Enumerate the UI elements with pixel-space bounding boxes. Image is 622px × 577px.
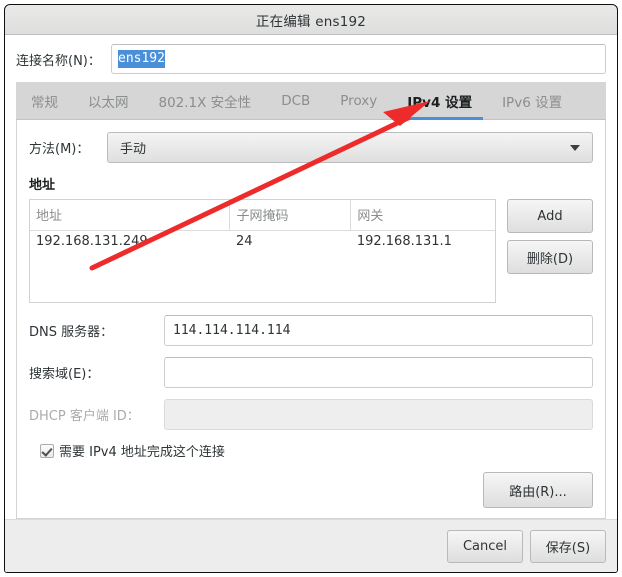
method-dropdown[interactable]: 手动 (107, 132, 593, 163)
tab-ipv4-settings[interactable]: IPv4 设置 (392, 82, 487, 120)
require-ipv4-checkbox-row[interactable]: 需要 IPv4 地址完成这个连接 (40, 441, 593, 460)
cell-address[interactable]: 192.168.131.249 (30, 231, 230, 261)
addresses-table[interactable]: 地址 子网掩码 网关 192.168.131.249 24 192.168.13… (29, 199, 496, 303)
require-ipv4-label: 需要 IPv4 地址完成这个连接 (59, 445, 225, 460)
tab-proxy-label: Proxy (340, 92, 378, 109)
connection-name-label: 连接名称(N)： (16, 53, 101, 69)
tab-proxy[interactable]: Proxy (325, 82, 392, 119)
window-title: 正在编辑 ens192 (255, 13, 367, 30)
table-header-row: 地址 子网掩码 网关 (30, 200, 495, 231)
dialog-body: 连接名称(N)： ens192 常规 以太网 802.1X 安全性 DCB Pr… (5, 35, 617, 519)
save-button[interactable]: 保存(S) (530, 529, 606, 563)
method-label: 方法(M)： (29, 142, 90, 157)
connection-name-row: 连接名称(N)： ens192 (5, 35, 617, 82)
tab-dcb[interactable]: DCB (266, 82, 325, 119)
dhcp-client-id-label: DHCP 客户端 ID： (29, 409, 140, 424)
column-header-address[interactable]: 地址 (30, 200, 231, 231)
connection-name-input[interactable]: ens192 (111, 44, 606, 74)
dhcp-client-id-input (164, 399, 593, 430)
tab-general[interactable]: 常规 (16, 82, 73, 119)
method-value: 手动 (120, 142, 147, 157)
title-bar: 正在编辑 ens192 (5, 5, 617, 35)
table-row[interactable]: 192.168.131.249 24 192.168.131.1 (30, 231, 495, 261)
tab-general-label: 常规 (31, 94, 58, 111)
ipv4-settings-panel: 方法(M)： 手动 地址 地址 子网掩码 网关 192.168.131.249 … (16, 120, 606, 519)
tab-8021x-security[interactable]: 802.1X 安全性 (144, 82, 267, 119)
add-button[interactable]: Add (507, 199, 593, 233)
cell-gateway[interactable]: 192.168.131.1 (351, 231, 495, 261)
delete-button[interactable]: 删除(D) (507, 240, 593, 274)
dns-input[interactable]: 114.114.114.114 (164, 315, 593, 346)
dns-row: DNS 服务器： 114.114.114.114 (29, 315, 593, 346)
cell-netmask[interactable]: 24 (230, 231, 351, 261)
column-header-netmask[interactable]: 子网掩码 (229, 200, 352, 231)
addresses-area: 地址 子网掩码 网关 192.168.131.249 24 192.168.13… (29, 199, 593, 303)
dialog-footer: Cancel 保存(S) (5, 519, 617, 572)
routes-button[interactable]: 路由(R)... (483, 472, 593, 508)
dns-label: DNS 服务器： (29, 325, 114, 340)
tab-ipv6-settings[interactable]: IPv6 设置 (487, 82, 577, 119)
chevron-down-icon (570, 144, 580, 151)
tab-ipv4-settings-label: IPv4 设置 (407, 94, 473, 111)
require-ipv4-checkbox[interactable] (40, 443, 54, 458)
tab-ethernet[interactable]: 以太网 (73, 82, 144, 119)
method-row: 方法(M)： 手动 (29, 132, 593, 163)
tab-ipv6-settings-label: IPv6 设置 (502, 94, 563, 111)
tab-bar: 常规 以太网 802.1X 安全性 DCB Proxy IPv4 设置 IPv6… (16, 82, 606, 120)
addresses-section-label: 地址 (29, 178, 56, 193)
tab-8021x-security-label: 802.1X 安全性 (158, 94, 252, 111)
routes-row: 路由(R)... (29, 472, 593, 508)
dhcp-client-id-row: DHCP 客户端 ID： (29, 399, 593, 430)
search-domains-label: 搜索域(E)： (29, 367, 100, 382)
column-header-gateway[interactable]: 网关 (350, 200, 495, 231)
address-buttons: Add 删除(D) (507, 199, 593, 274)
search-domains-input[interactable] (164, 357, 593, 388)
connection-name-value: ens192 (118, 50, 165, 68)
edit-connection-dialog: 正在编辑 ens192 连接名称(N)： ens192 常规 以太网 802.1… (4, 4, 618, 573)
search-domains-row: 搜索域(E)： (29, 357, 593, 388)
tab-dcb-label: DCB (281, 92, 311, 109)
tab-ethernet-label: 以太网 (88, 94, 129, 111)
cancel-button[interactable]: Cancel (447, 529, 523, 563)
